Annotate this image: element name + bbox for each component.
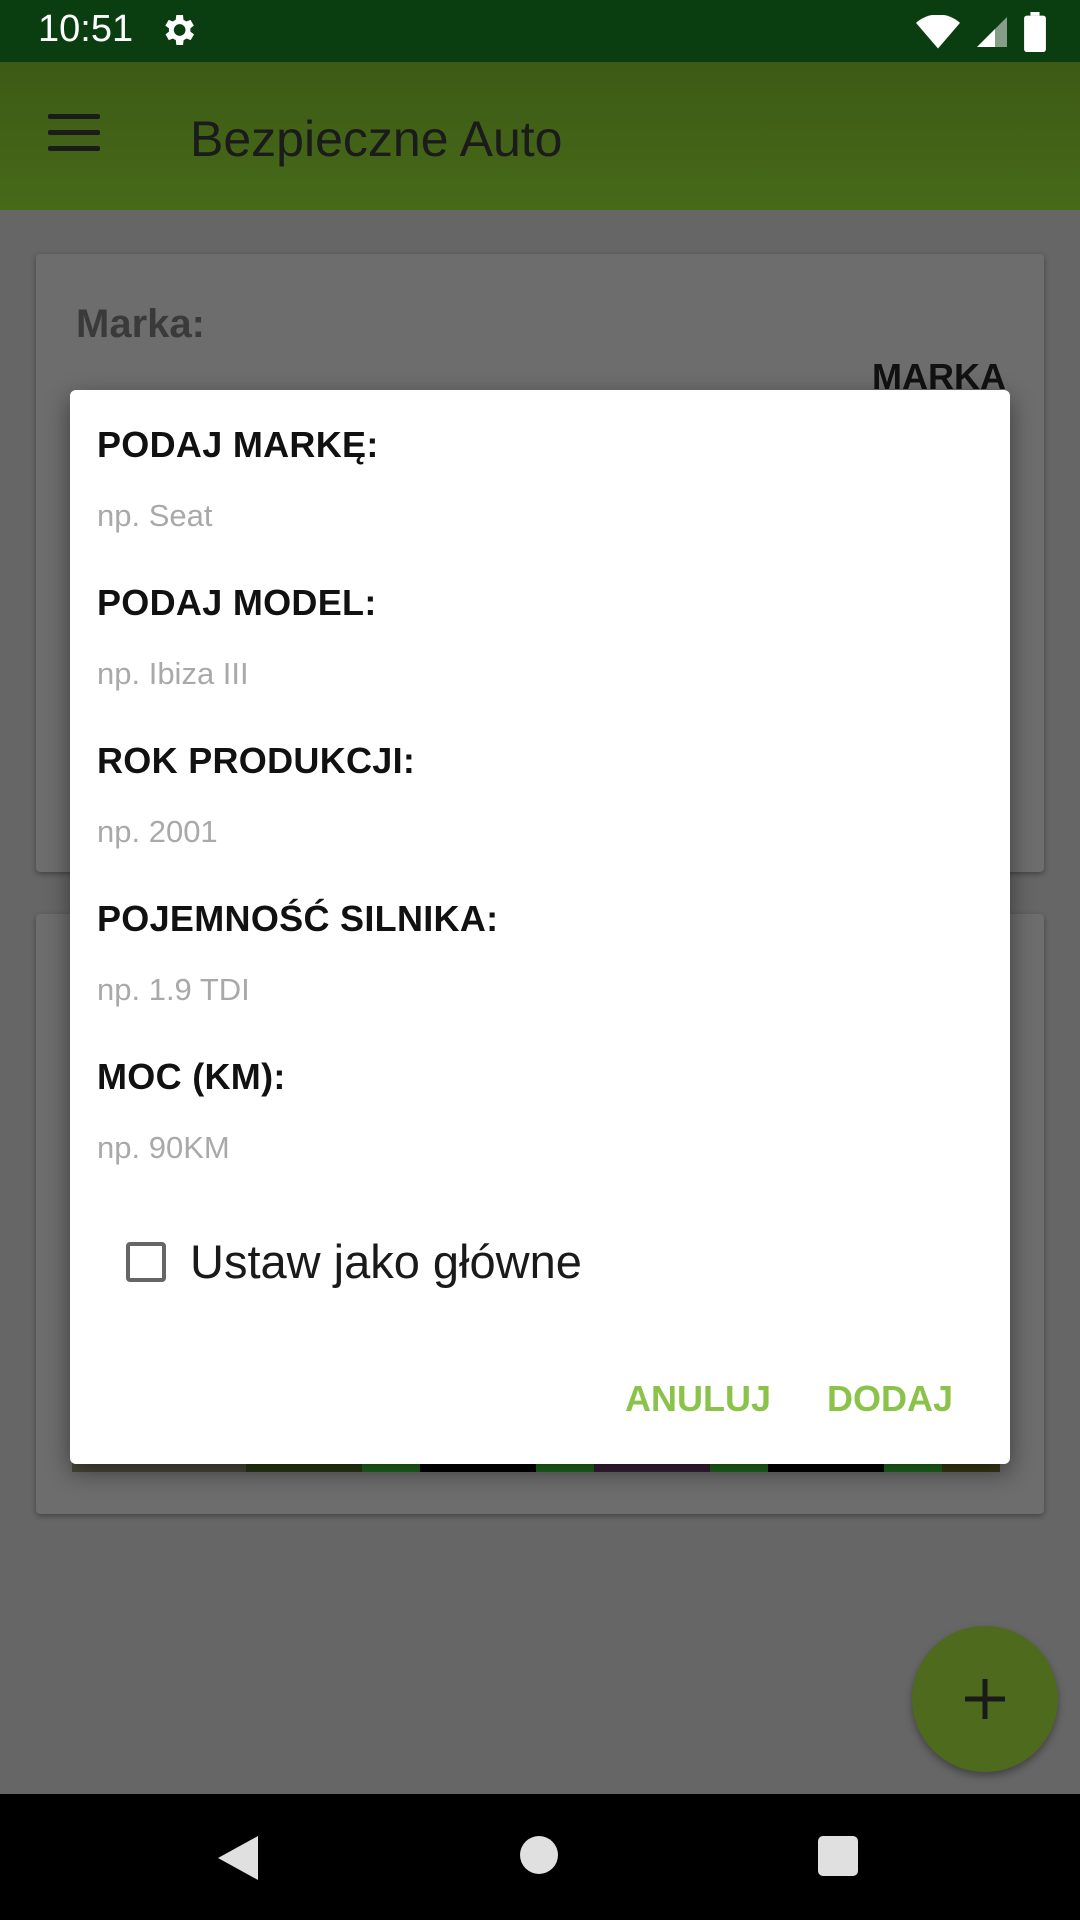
- set-main-label: Ustaw jako główne: [190, 1235, 582, 1288]
- wifi-icon: [916, 15, 960, 49]
- set-main-checkbox[interactable]: Ustaw jako główne: [126, 1234, 582, 1289]
- status-time: 10:51: [38, 8, 134, 50]
- status-icons: [916, 10, 1046, 54]
- power-input[interactable]: [97, 1120, 957, 1176]
- back-icon[interactable]: [218, 1836, 258, 1880]
- power-label: MOC (KM):: [97, 1056, 286, 1097]
- engine-capacity-input[interactable]: [97, 962, 957, 1018]
- status-bar: 10:51: [0, 0, 1080, 62]
- year-label: ROK PRODUKCJI:: [97, 740, 416, 781]
- settings-icon: [165, 15, 194, 45]
- year-input[interactable]: [97, 804, 957, 860]
- signal-icon: [977, 17, 1007, 47]
- brand-label: PODAJ MARKĘ:: [97, 424, 379, 465]
- recents-icon[interactable]: [818, 1836, 858, 1876]
- app-bar: Bezpieczne Auto: [0, 62, 1080, 210]
- app-title: Bezpieczne Auto: [190, 111, 563, 167]
- checkbox-icon[interactable]: [126, 1241, 166, 1282]
- navigation-bar: [0, 1794, 1080, 1920]
- model-label: PODAJ MODEL:: [97, 582, 377, 623]
- home-icon[interactable]: [520, 1836, 558, 1874]
- add-car-dialog: PODAJ MARKĘ: PODAJ MODEL: ROK PRODUKCJI:…: [70, 390, 1010, 1464]
- marka-label: Marka:: [76, 302, 205, 346]
- add-button[interactable]: DODAJ: [827, 1368, 953, 1430]
- menu-icon[interactable]: [48, 114, 100, 158]
- add-car-button[interactable]: [912, 1626, 1058, 1772]
- add-icon: [965, 1679, 1005, 1719]
- model-input[interactable]: [97, 646, 957, 702]
- brand-input[interactable]: [97, 488, 957, 544]
- cancel-button[interactable]: ANULUJ: [625, 1368, 771, 1430]
- battery-icon: [1024, 12, 1046, 52]
- engine-capacity-label: POJEMNOŚĆ SILNIKA:: [97, 898, 499, 939]
